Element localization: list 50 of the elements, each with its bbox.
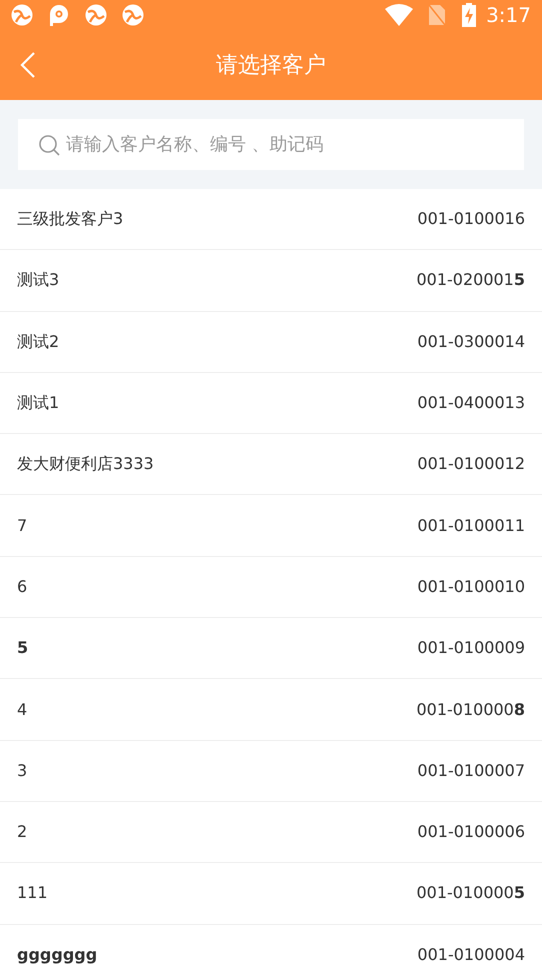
no-sim-icon (428, 4, 446, 26)
customer-row[interactable]: 2 001-0100006 (0, 802, 542, 864)
customer-code: 001-0100007 (417, 760, 525, 782)
customer-code: 001-0100008 (416, 698, 525, 721)
customer-name: 111 (17, 882, 48, 904)
customer-row[interactable]: 三级批发客户3 001-0100016 (0, 189, 542, 250)
customer-name: 6 (17, 576, 28, 598)
customer-code: 001-0100005 (416, 882, 525, 904)
customer-name: 发大财便利店3333 (17, 453, 154, 476)
search-field[interactable]: 请输入客户名称、编号 、助记码 (18, 119, 524, 170)
customer-row[interactable]: 5 001-0100009 (0, 618, 542, 680)
customer-name: 测试2 (17, 330, 60, 353)
customer-code: 001-0100012 (417, 453, 525, 476)
customer-code: 001-0100006 (417, 821, 525, 844)
search-icon (38, 134, 60, 156)
customer-row[interactable]: 111 001-0100005 (0, 863, 542, 925)
app-icon (85, 4, 107, 26)
battery-charging-icon (461, 3, 478, 27)
customer-code: 001-0100010 (417, 576, 525, 598)
customer-code: 001-0100009 (417, 637, 525, 660)
customer-name: ggggggg (17, 944, 98, 966)
customer-code: 001-0100004 (417, 944, 525, 966)
customer-code: 001-0100011 (417, 514, 525, 537)
customer-row[interactable]: 7 001-0100011 (0, 495, 542, 557)
customer-name: 测试1 (17, 392, 60, 414)
customer-row[interactable]: 测试2 001-0300014 (0, 312, 542, 373)
customer-row[interactable]: 测试3 001-0200015 (0, 250, 542, 312)
customer-code: 001-0100016 (417, 208, 525, 230)
page-title: 请选择客户 (216, 52, 326, 80)
customer-name: 三级批发客户3 (17, 208, 124, 230)
customer-row[interactable]: 3 001-0100007 (0, 740, 542, 802)
app-icon (122, 4, 144, 26)
customer-name: 5 (17, 637, 28, 660)
wifi-icon (385, 4, 414, 26)
customer-code: 001-0300014 (417, 330, 525, 353)
customer-row[interactable]: 测试1 001-0400013 (0, 372, 542, 434)
customer-name: 7 (17, 514, 28, 537)
customer-code: 001-0400013 (417, 392, 525, 414)
customer-name: 4 (17, 698, 28, 721)
customer-name: 3 (17, 760, 28, 782)
customer-row[interactable]: 6 001-0100010 (0, 556, 542, 618)
customer-row[interactable]: ggggggg 001-0100004 (0, 924, 542, 973)
status-time: 3:17 (486, 2, 531, 29)
customer-row[interactable]: 4 001-0100008 (0, 679, 542, 741)
chat-icon (48, 4, 70, 26)
customer-row[interactable]: 发大财便利店3333 001-0100012 (0, 434, 542, 496)
app-icon (11, 4, 33, 26)
customer-name: 2 (17, 821, 28, 844)
customer-code: 001-0200015 (416, 269, 525, 292)
customer-name: 测试3 (17, 269, 60, 292)
